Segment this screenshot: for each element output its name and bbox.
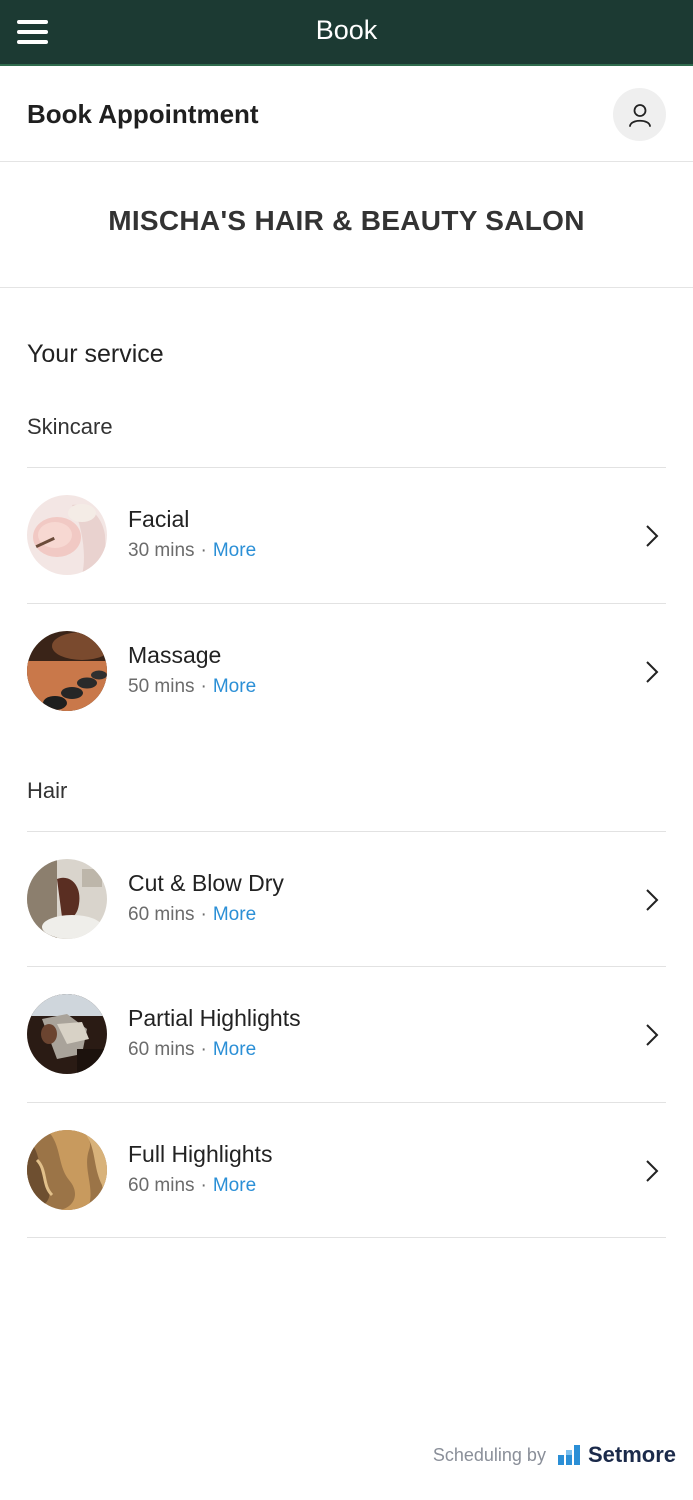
service-name: Partial Highlights [128, 1005, 301, 1031]
chevron-right-icon [646, 661, 659, 683]
chevron-right-icon [646, 1160, 659, 1182]
top-bar-title: Book [315, 15, 378, 45]
category-skincare: Skincare [27, 414, 113, 439]
service-meta: 50 mins · More [128, 676, 257, 697]
chevron-right-icon [646, 525, 659, 547]
more-link[interactable]: More [213, 904, 256, 925]
salon-banner: MISCHA'S HAIR & BEAUTY SALON [0, 162, 693, 288]
service-name: Cut & Blow Dry [128, 870, 284, 896]
hair-wash-photo-icon [27, 859, 107, 939]
more-link[interactable]: More [213, 676, 256, 697]
service-meta: 60 mins · More [128, 1039, 257, 1060]
service-duration: 60 mins [128, 904, 195, 925]
service-duration: 60 mins [128, 1175, 195, 1196]
service-row-partial-highlights[interactable]: Partial Highlights 60 mins · More [27, 967, 666, 1102]
footer-text: Scheduling by [432, 1444, 546, 1465]
service-meta: 30 mins · More [128, 540, 257, 561]
more-link[interactable]: More [213, 540, 256, 561]
service-meta: 60 mins · More [128, 1175, 257, 1196]
service-row-full-highlights[interactable]: Full Highlights 60 mins · More [27, 1103, 666, 1238]
service-row-cut-blow-dry[interactable]: Cut & Blow Dry 60 mins · More [27, 832, 666, 967]
category-hair: Hair [27, 778, 68, 803]
top-bar: Book [0, 0, 693, 66]
foil-highlights-photo-icon [27, 994, 107, 1074]
chevron-right-icon [646, 1024, 659, 1046]
page-title: Book Appointment [27, 99, 259, 129]
chevron-right-icon [646, 889, 659, 911]
service-duration: 30 mins [128, 540, 195, 561]
salon-name: MISCHA'S HAIR & BEAUTY SALON [108, 205, 585, 236]
more-link[interactable]: More [213, 1039, 256, 1060]
service-duration: 60 mins [128, 1039, 195, 1060]
wavy-highlights-photo-icon [27, 1130, 107, 1210]
divider [27, 1237, 666, 1238]
service-row-facial[interactable]: Facial 30 mins · More [27, 468, 666, 603]
facial-photo-icon [27, 495, 107, 575]
section-heading: Your service [27, 340, 164, 368]
service-duration: 50 mins [128, 676, 195, 697]
service-name: Full Highlights [128, 1141, 273, 1167]
setmore-logo-icon [557, 1445, 580, 1465]
service-name: Facial [128, 506, 190, 532]
service-row-massage[interactable]: Massage 50 mins · More [27, 604, 666, 739]
footer-attribution[interactable]: Scheduling by Setmore [433, 1440, 676, 1470]
user-account-icon[interactable] [613, 88, 666, 141]
page-header: Book Appointment [0, 68, 693, 162]
more-link[interactable]: More [213, 1175, 256, 1196]
service-name: Massage [128, 642, 222, 668]
massage-stones-photo-icon [27, 631, 107, 711]
person-icon [628, 103, 651, 127]
footer-brand: Setmore [587, 1442, 676, 1467]
service-meta: 60 mins · More [128, 904, 257, 925]
